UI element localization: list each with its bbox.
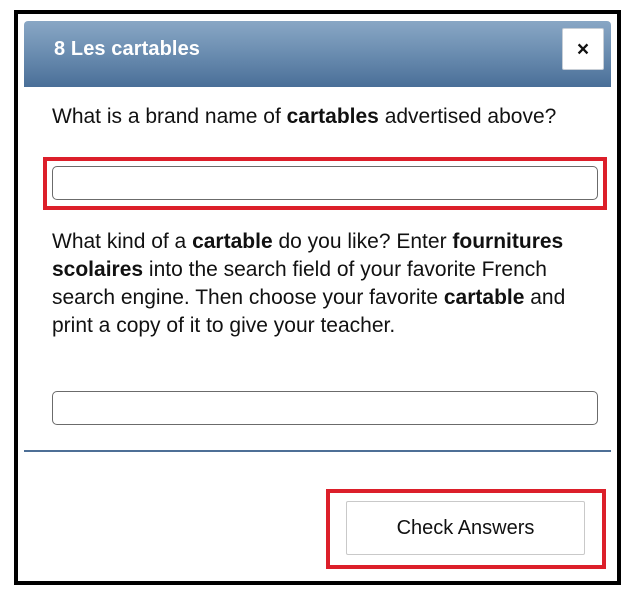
question-2-keyword-cartable-2: cartable [443, 286, 525, 309]
question-1-text: What is a brand name of cartables advert… [52, 103, 599, 131]
question-1-answer-input[interactable] [52, 166, 598, 200]
dialog-titlebar: 8 Les cartables × [24, 21, 611, 87]
question-2-keyword-cartable: cartable [192, 230, 273, 253]
check-answers-button[interactable]: Check Answers [346, 501, 585, 555]
question-1-keyword-cartables: cartables [286, 105, 379, 128]
question-2-answer-input[interactable] [52, 391, 598, 425]
close-button[interactable]: × [562, 28, 604, 70]
close-icon: × [576, 37, 590, 61]
question-1-text-part-2: advertised above? [378, 105, 557, 128]
question-1-text-part-1: What is a brand name of [52, 105, 287, 128]
question-2-text-part-2: do you like? Enter [272, 230, 453, 253]
question-2-text: What kind of a cartable do you like? Ent… [52, 228, 599, 340]
question-2-text-part-1: What kind of a [52, 230, 193, 253]
footer-divider [24, 450, 611, 452]
dialog-title: 8 Les cartables [54, 38, 201, 60]
